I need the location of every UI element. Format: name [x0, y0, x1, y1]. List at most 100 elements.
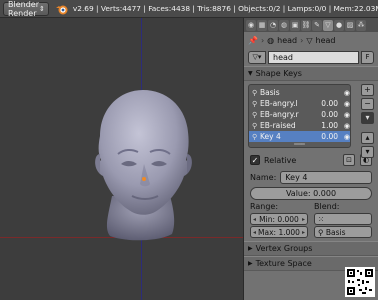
- remove-shape-key-button[interactable]: −: [361, 98, 374, 110]
- eye-icon[interactable]: ◉: [338, 122, 350, 130]
- properties-tabs: ◉ ▦ ◔ ◍ ▣ ⛓ ✎ ▽ ● ▨ ⁂: [244, 18, 378, 32]
- shape-key-name: Key 4: [260, 132, 281, 141]
- object-origin: [142, 177, 146, 181]
- range-max-value: Max: 1.000: [258, 227, 300, 237]
- shape-key-icon: ⚲: [252, 121, 258, 130]
- render-engine-label: Blender Render: [8, 0, 39, 18]
- shape-key-row[interactable]: ⚲ EB-angry.l 0.00 ◉: [249, 98, 350, 109]
- relative-key-value: Basis: [325, 227, 346, 237]
- shape-key-row[interactable]: ⚲ EB-raised 1.00 ◉: [249, 120, 350, 131]
- shape-key-icon: ⚲: [252, 110, 258, 119]
- layers-tab-icon[interactable]: ▦: [257, 19, 267, 31]
- blend-vertex-group-field[interactable]: ⁙: [314, 213, 372, 225]
- blender-logo-icon: [55, 2, 69, 16]
- range-blend-block: Range: ◂ Min: 0.000 ▸ ◂ Max: 1.000 ▸ Ble…: [244, 201, 378, 241]
- blend-column: Blend: ⁙ ⚲ Basis: [314, 201, 372, 241]
- relative-key-field[interactable]: ⚲ Basis: [314, 226, 372, 238]
- range-column: Range: ◂ Min: 0.000 ▸ ◂ Max: 1.000 ▸: [250, 201, 308, 241]
- eye-icon[interactable]: ◉: [338, 89, 350, 97]
- range-label: Range:: [250, 202, 279, 211]
- expanded-triangle-icon: ▼: [248, 70, 253, 77]
- shape-key-name-field[interactable]: Key 4: [280, 170, 372, 184]
- shape-key-row[interactable]: ⚲ Basis ◉: [249, 87, 350, 98]
- fake-user-button[interactable]: F: [361, 50, 374, 64]
- info-header: Blender Render ⇕ v2.69 | Verts:4477 | Fa…: [0, 0, 378, 18]
- breadcrumb-sep-icon: ›: [260, 35, 265, 45]
- shape-key-value[interactable]: 0.00: [310, 110, 338, 119]
- properties-editor: ◉ ▦ ◔ ◍ ▣ ⛓ ✎ ▽ ● ▨ ⁂ 📌 › ◍ head › ▽ hea…: [243, 18, 378, 300]
- shape-key-name: EB-raised: [260, 121, 296, 130]
- increment-icon[interactable]: ▸: [302, 216, 305, 223]
- mesh-icon: ▽: [306, 35, 313, 45]
- head-mesh[interactable]: [0, 18, 243, 300]
- scene-stats: v2.69 | Verts:4477 | Faces:4438 | Tris:8…: [72, 4, 378, 13]
- render-engine-dropdown[interactable]: Blender Render ⇕: [3, 0, 49, 18]
- move-down-icon[interactable]: ▾: [361, 146, 374, 158]
- shape-key-name: EB-angry.r: [260, 110, 299, 119]
- breadcrumb-sep-icon: ›: [300, 35, 304, 45]
- render-tab-icon[interactable]: ◉: [246, 19, 256, 31]
- blender-window: Blender Render ⇕ v2.69 | Verts:4477 | Fa…: [0, 0, 378, 300]
- eye-icon[interactable]: ◉: [338, 100, 350, 108]
- blend-label: Blend:: [314, 202, 340, 211]
- object-icon: ◍: [267, 35, 275, 45]
- collapsed-triangle-icon: ▶: [248, 260, 253, 267]
- vertex-groups-panel-header[interactable]: ▶ Vertex Groups: [244, 241, 378, 256]
- breadcrumb-object: head: [277, 35, 298, 45]
- texture-tab-icon[interactable]: ▨: [345, 19, 355, 31]
- range-max-field[interactable]: ◂ Max: 1.000 ▸: [250, 226, 308, 238]
- shape-key-value[interactable]: 0.00: [310, 99, 338, 108]
- shape-key-icon: ⚲: [318, 227, 326, 237]
- shape-keys-panel-header[interactable]: ▼ Shape Keys: [244, 66, 378, 81]
- mesh-name-field[interactable]: head: [268, 50, 359, 64]
- mesh-datablock-row: ▽▾ head F: [244, 48, 378, 66]
- range-min-value: Min: 0.000: [259, 214, 299, 224]
- shape-key-row[interactable]: ⚲ EB-angry.r 0.00 ◉: [249, 109, 350, 120]
- value-slider[interactable]: Value: 0.000: [250, 186, 372, 200]
- shape-key-value[interactable]: 0.00: [310, 132, 338, 141]
- constraints-tab-icon[interactable]: ⛓: [301, 19, 311, 31]
- pin-shape-icon[interactable]: ⊡: [343, 154, 355, 166]
- relative-checkbox[interactable]: ✓: [250, 155, 260, 165]
- shape-key-name: Basis: [260, 88, 280, 97]
- shape-key-icon: ⚲: [252, 88, 258, 97]
- shape-keys-side-buttons: + − ▾ ▴ ▾: [361, 84, 374, 158]
- move-up-icon[interactable]: ▴: [361, 132, 374, 144]
- shape-key-icon: ⚲: [252, 99, 258, 108]
- mesh-data-tab-icon[interactable]: ▽: [323, 19, 333, 31]
- shape-keys-title: Shape Keys: [255, 69, 302, 78]
- texture-space-title: Texture Space: [255, 259, 312, 268]
- vertex-group-icon: ⁙: [318, 214, 325, 224]
- world-tab-icon[interactable]: ◍: [279, 19, 289, 31]
- shape-key-icon: ⚲: [252, 132, 258, 141]
- particles-tab-icon[interactable]: ⁂: [356, 19, 366, 31]
- eye-icon[interactable]: ◉: [338, 133, 350, 141]
- name-label: Name:: [250, 172, 277, 182]
- vertex-groups-title: Vertex Groups: [255, 244, 313, 253]
- relative-row: ✓ Relative ⊡ ◐: [244, 151, 378, 169]
- breadcrumb: 📌 › ◍ head › ▽ head: [244, 32, 378, 48]
- shape-keys-panel: ⚲ Basis ◉ ⚲ EB-angry.l 0.00 ◉ ⚲ EB-angry…: [244, 81, 378, 158]
- specials-menu-icon[interactable]: ▾: [361, 112, 374, 124]
- shape-key-value[interactable]: 1.00: [310, 121, 338, 130]
- value-row: Value: 0.000: [244, 185, 378, 201]
- modifiers-tab-icon[interactable]: ✎: [312, 19, 322, 31]
- list-resize-grip-icon[interactable]: ═══: [249, 142, 350, 148]
- object-tab-icon[interactable]: ▣: [290, 19, 300, 31]
- shape-keys-list[interactable]: ⚲ Basis ◉ ⚲ EB-angry.l 0.00 ◉ ⚲ EB-angry…: [248, 84, 351, 148]
- mesh-browse-icon[interactable]: ▽▾: [248, 50, 266, 64]
- add-shape-key-button[interactable]: +: [361, 84, 374, 96]
- range-min-field[interactable]: ◂ Min: 0.000 ▸: [250, 213, 308, 225]
- pin-icon[interactable]: 📌: [248, 36, 258, 45]
- increment-icon[interactable]: ▸: [302, 229, 305, 236]
- relative-label: Relative: [264, 155, 297, 165]
- shape-key-name: EB-angry.l: [260, 99, 298, 108]
- qr-code-icon: [345, 267, 375, 297]
- 3d-viewport[interactable]: [0, 18, 243, 300]
- scene-tab-icon[interactable]: ◔: [268, 19, 278, 31]
- shape-key-name-row: Name: Key 4: [244, 169, 378, 185]
- material-tab-icon[interactable]: ●: [334, 19, 344, 31]
- chevron-down-icon: ⇕: [39, 4, 45, 13]
- eye-icon[interactable]: ◉: [338, 111, 350, 119]
- collapsed-triangle-icon: ▶: [248, 245, 253, 252]
